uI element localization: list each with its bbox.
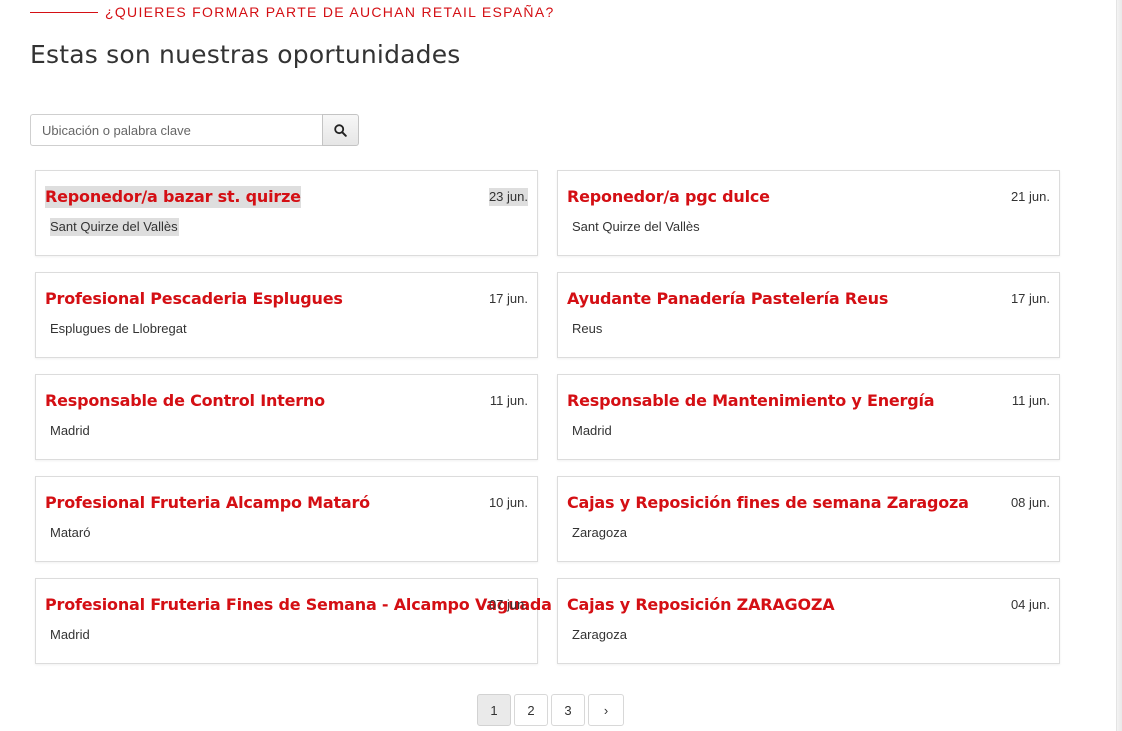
section-eyebrow: ¿QUIERES FORMAR PARTE DE AUCHAN RETAIL E… <box>30 4 555 21</box>
job-location: Sant Quirze del Vallès <box>572 219 700 234</box>
job-location: Zaragoza <box>572 627 627 642</box>
job-card[interactable]: Reponedor/a bazar st. quirze 23 jun. San… <box>35 170 538 256</box>
job-title[interactable]: Profesional Pescaderia Esplugues <box>45 288 343 310</box>
job-title[interactable]: Profesional Fruteria Fines de Semana - A… <box>45 594 552 616</box>
job-date: 04 jun. <box>1010 597 1050 612</box>
search-icon <box>334 123 347 137</box>
search-input[interactable] <box>30 114 322 146</box>
job-location: Madrid <box>572 423 612 438</box>
job-date: 23 jun. <box>488 188 528 206</box>
job-location: Madrid <box>50 423 90 438</box>
job-card[interactable]: Cajas y Reposición fines de semana Zarag… <box>557 476 1060 562</box>
job-card[interactable]: Cajas y Reposición ZARAGOZA 04 jun. Zara… <box>557 578 1060 664</box>
job-card[interactable]: Reponedor/a pgc dulce 21 jun. Sant Quirz… <box>557 170 1060 256</box>
search-button[interactable] <box>322 114 359 146</box>
page-button-3[interactable]: 3 <box>551 694 585 726</box>
job-title[interactable]: Responsable de Control Interno <box>45 390 325 412</box>
job-title[interactable]: Reponedor/a bazar st. quirze <box>45 186 301 208</box>
page-button-1[interactable]: 1 <box>477 694 511 726</box>
job-list: Reponedor/a bazar st. quirze 23 jun. San… <box>35 170 1060 664</box>
job-title[interactable]: Cajas y Reposición ZARAGOZA <box>567 594 835 616</box>
chevron-right-icon: › <box>603 702 609 718</box>
job-date: 17 jun. <box>488 291 528 306</box>
job-card[interactable]: Profesional Pescaderia Esplugues 17 jun.… <box>35 272 538 358</box>
page-button-2[interactable]: 2 <box>514 694 548 726</box>
job-title[interactable]: Ayudante Panadería Pastelería Reus <box>567 288 888 310</box>
job-title[interactable]: Responsable de Mantenimiento y Energía <box>567 390 935 412</box>
job-date: 08 jun. <box>1010 495 1050 510</box>
job-location: Madrid <box>50 627 90 642</box>
job-card[interactable]: Profesional Fruteria Fines de Semana - A… <box>35 578 552 664</box>
job-location: Mataró <box>50 525 91 540</box>
eyebrow-rule <box>30 12 98 13</box>
job-location: Sant Quirze del Vallès <box>50 218 179 236</box>
search-bar <box>30 114 359 146</box>
job-title[interactable]: Cajas y Reposición fines de semana Zarag… <box>567 492 969 514</box>
job-title[interactable]: Profesional Fruteria Alcampo Mataró <box>45 492 370 514</box>
job-title[interactable]: Reponedor/a pgc dulce <box>567 186 770 208</box>
job-location: Zaragoza <box>572 525 627 540</box>
job-date: 21 jun. <box>1010 189 1050 204</box>
job-date: 10 jun. <box>488 495 528 510</box>
next-page-button[interactable]: › <box>588 694 624 726</box>
eyebrow-text: ¿QUIERES FORMAR PARTE DE AUCHAN RETAIL E… <box>105 4 555 20</box>
page-title: Estas son nuestras oportunidades <box>30 40 461 69</box>
job-date: 11 jun. <box>489 393 528 408</box>
job-card[interactable]: Ayudante Panadería Pastelería Reus 17 ju… <box>557 272 1060 358</box>
job-location: Reus <box>572 321 603 336</box>
job-date: 17 jun. <box>1010 291 1050 306</box>
job-location: Esplugues de Llobregat <box>50 321 187 336</box>
job-card[interactable]: Responsable de Mantenimiento y Energía 1… <box>557 374 1060 460</box>
job-date: 07 jun. <box>488 597 528 612</box>
page-scrollbar[interactable] <box>1116 0 1122 731</box>
job-date: 11 jun. <box>1011 393 1050 408</box>
job-card[interactable]: Responsable de Control Interno 11 jun. M… <box>35 374 538 460</box>
job-card[interactable]: Profesional Fruteria Alcampo Mataró 10 j… <box>35 476 538 562</box>
pagination: 1 2 3 › <box>477 694 624 726</box>
